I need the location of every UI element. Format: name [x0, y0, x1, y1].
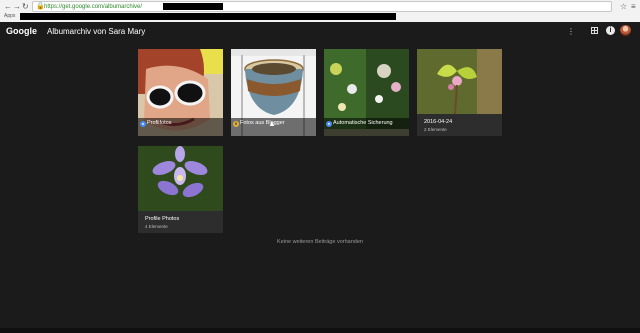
album-card[interactable]: 2016-04-24 2 Elemente — [417, 49, 502, 136]
bookmarks-apps-label[interactable]: Apps — [4, 13, 15, 20]
album-title: Automatische Sicherung — [333, 120, 393, 126]
bookmarks-bar: Apps — [0, 12, 640, 22]
address-bar[interactable]: 🔒 https://get.google.com/albumarchive/ — [32, 1, 612, 12]
album-title: 2016-04-24 — [424, 119, 453, 125]
no-more-posts-message: Keine weiteren Beiträge vorhanden — [277, 239, 363, 245]
reload-icon[interactable]: ↻ — [22, 2, 29, 11]
backup-badge-icon: ● — [326, 121, 332, 127]
album-title: Profilfotos — [147, 120, 172, 126]
album-thumbnail — [138, 146, 223, 211]
browser-toolbar: ← → ↻ 🔒 https://get.google.com/albumarch… — [0, 0, 640, 22]
redacted-block — [20, 13, 396, 20]
blogger-badge-icon: B — [233, 121, 239, 127]
taskbar — [0, 328, 640, 333]
album-thumbnail — [417, 49, 502, 114]
more-vert-icon[interactable]: ⋮ — [566, 27, 576, 37]
star-icon[interactable]: ☆ — [620, 2, 627, 11]
album-item-count: 2 Elemente — [424, 127, 447, 132]
profile-badge-icon: ● — [140, 121, 146, 127]
album-title: Fotos aus Blogger — [240, 120, 285, 126]
avatar[interactable] — [620, 25, 631, 36]
album-card[interactable]: ● Profilfotos — [138, 49, 223, 136]
album-item-count: 4 Elemente — [145, 224, 168, 229]
mouse-cursor-icon: ▲ — [268, 119, 276, 128]
page-title: Albumarchiv von Sara Mary — [47, 27, 146, 36]
address-url[interactable]: https://get.google.com/albumarchive/ — [44, 3, 142, 11]
help-icon[interactable]: i — [606, 26, 615, 35]
back-icon[interactable]: ← — [4, 2, 12, 11]
album-card[interactable]: Profile Photos 4 Elemente — [138, 146, 223, 233]
app-header: Google Albumarchiv von Sara Mary ⋮ — [0, 22, 640, 42]
forward-icon[interactable]: → — [13, 2, 21, 11]
google-logo[interactable]: Google — [6, 26, 37, 37]
redacted-block — [163, 3, 223, 10]
apps-grid-icon[interactable] — [591, 27, 598, 34]
browser-menu-icon[interactable]: ≡ — [631, 2, 636, 11]
album-title: Profile Photos — [145, 216, 180, 222]
album-card[interactable]: ● Automatische Sicherung — [324, 49, 409, 136]
